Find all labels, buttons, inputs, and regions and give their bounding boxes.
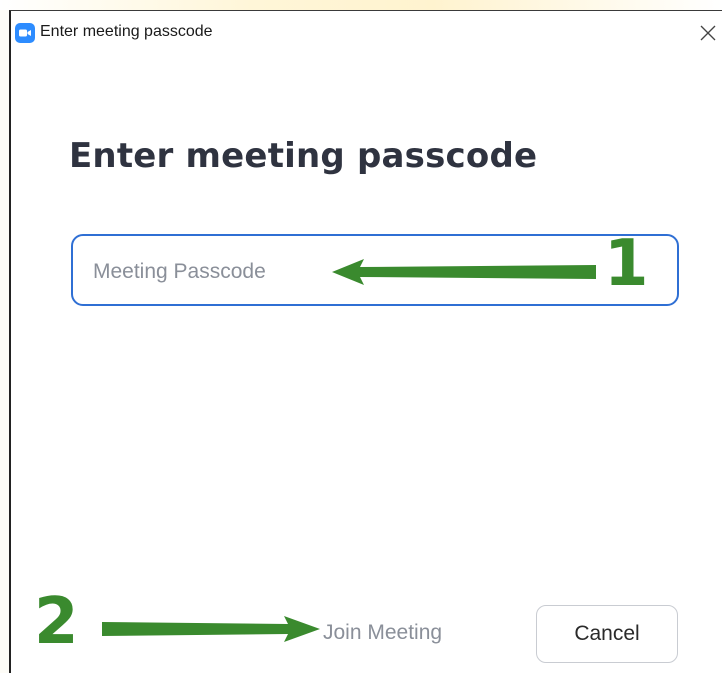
zoom-camera-icon: [15, 23, 35, 43]
window-title: Enter meeting passcode: [40, 23, 213, 40]
passcode-field[interactable]: [71, 234, 679, 306]
close-button[interactable]: [696, 21, 720, 45]
scan-edge: [0, 0, 722, 10]
dialog-heading: Enter meeting passcode: [69, 136, 538, 176]
passcode-dialog: Enter meeting passcode Enter meeting pas…: [9, 10, 722, 673]
cancel-button[interactable]: Cancel: [536, 605, 678, 663]
annotation-step-2: 2: [34, 585, 79, 659]
annotation-step-1: 1: [604, 227, 649, 301]
join-meeting-button[interactable]: Join Meeting: [323, 621, 442, 645]
passcode-input[interactable]: [91, 254, 335, 290]
close-icon: [700, 25, 716, 41]
page: Enter meeting passcode Enter meeting pas…: [0, 0, 722, 673]
title-bar: Enter meeting passcode: [11, 11, 722, 57]
